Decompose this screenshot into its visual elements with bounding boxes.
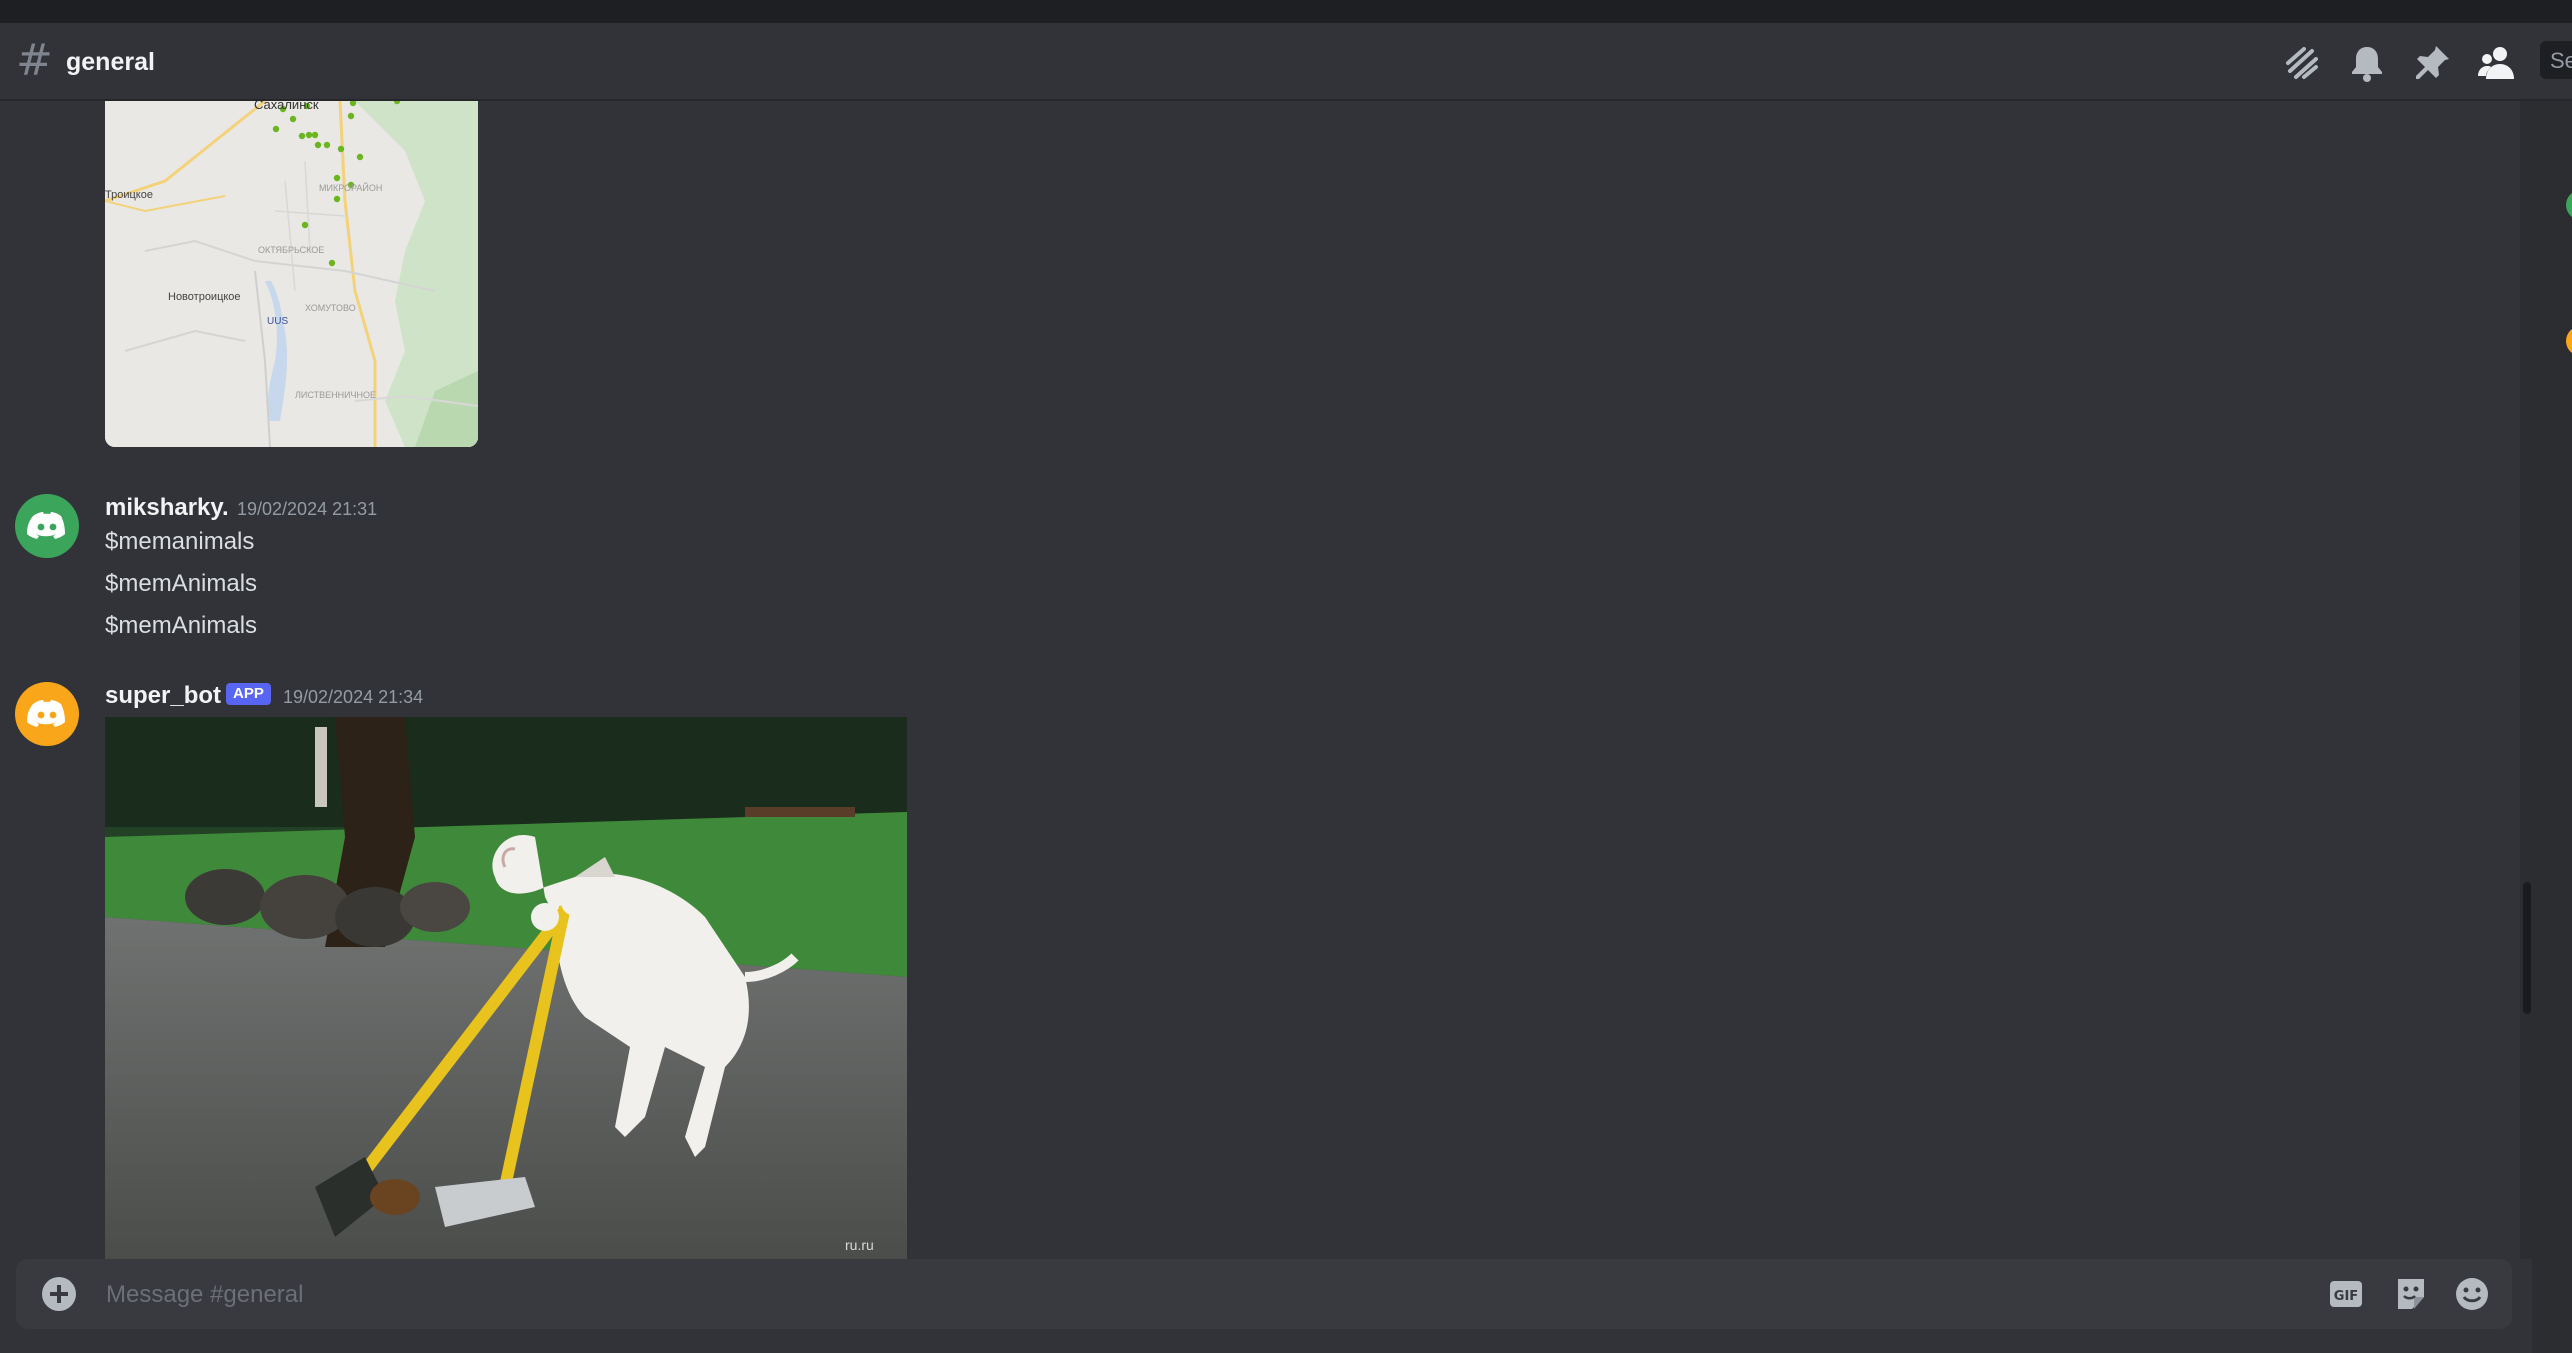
threads-icon[interactable]: [2282, 43, 2322, 83]
svg-text:GIF: GIF: [2334, 1289, 2358, 1304]
channel-name: general: [66, 48, 155, 76]
map-graphic: [105, 101, 478, 447]
app-badge: APP: [226, 683, 271, 705]
channel-header: # general Se: [0, 23, 2572, 101]
emoji-icon[interactable]: [2453, 1275, 2491, 1313]
map-label: Сахалинск: [254, 101, 319, 112]
map-label: ЛИСТВЕННИЧНОЕ: [295, 390, 377, 400]
bell-icon[interactable]: [2347, 43, 2387, 83]
window-top-strip: [0, 0, 2572, 23]
pin-icon[interactable]: [2412, 43, 2452, 83]
avatar[interactable]: [15, 682, 79, 746]
gif-icon[interactable]: GIF: [2327, 1275, 2365, 1313]
members-icon[interactable]: [2476, 43, 2516, 83]
username[interactable]: miksharky.: [105, 494, 229, 522]
dog-photo: [105, 717, 907, 1259]
map-label: МИКРОРАЙОН: [319, 183, 383, 193]
map-label: Троицкое: [105, 189, 153, 201]
username[interactable]: super_bot: [105, 682, 221, 710]
bot-image-attachment[interactable]: ru.ru: [105, 717, 907, 1259]
map-label: ОКТЯБРЬСКОЕ: [258, 245, 325, 255]
member-list-edge: [2532, 101, 2572, 1353]
message-input[interactable]: [104, 1273, 2308, 1317]
airport-label: UUS: [267, 316, 289, 327]
message-text: $memAnimals: [105, 612, 258, 639]
search-placeholder: Se: [2550, 48, 2572, 73]
map-label: Новотроицкое: [168, 291, 241, 303]
avatar[interactable]: [15, 494, 79, 558]
message-text: $memAnimals: [105, 570, 258, 597]
image-watermark: ru.ru: [845, 1237, 874, 1253]
search-input[interactable]: Se: [2540, 41, 2572, 79]
timestamp: 19/02/2024 21:34: [283, 687, 424, 707]
map-label: ХОМУТОВО: [305, 303, 356, 313]
scrollbar-track[interactable]: [2520, 101, 2532, 1259]
map-embed-image[interactable]: Сахалинск Троицкое МИКРОРАЙОН ОКТЯБРЬСКО…: [105, 101, 478, 447]
timestamp: 19/02/2024 21:31: [237, 499, 378, 519]
hashtag-icon: #: [16, 35, 53, 86]
sticker-icon[interactable]: [2392, 1275, 2430, 1313]
plus-icon[interactable]: [42, 1277, 76, 1311]
scrollbar-thumb[interactable]: [2523, 882, 2531, 1014]
message-text: $memanimals: [105, 528, 255, 555]
message-composer: GIF: [16, 1259, 2512, 1329]
message-list[interactable]: Сахалинск Троицкое МИКРОРАЙОН ОКТЯБРЬСКО…: [0, 101, 2520, 1259]
